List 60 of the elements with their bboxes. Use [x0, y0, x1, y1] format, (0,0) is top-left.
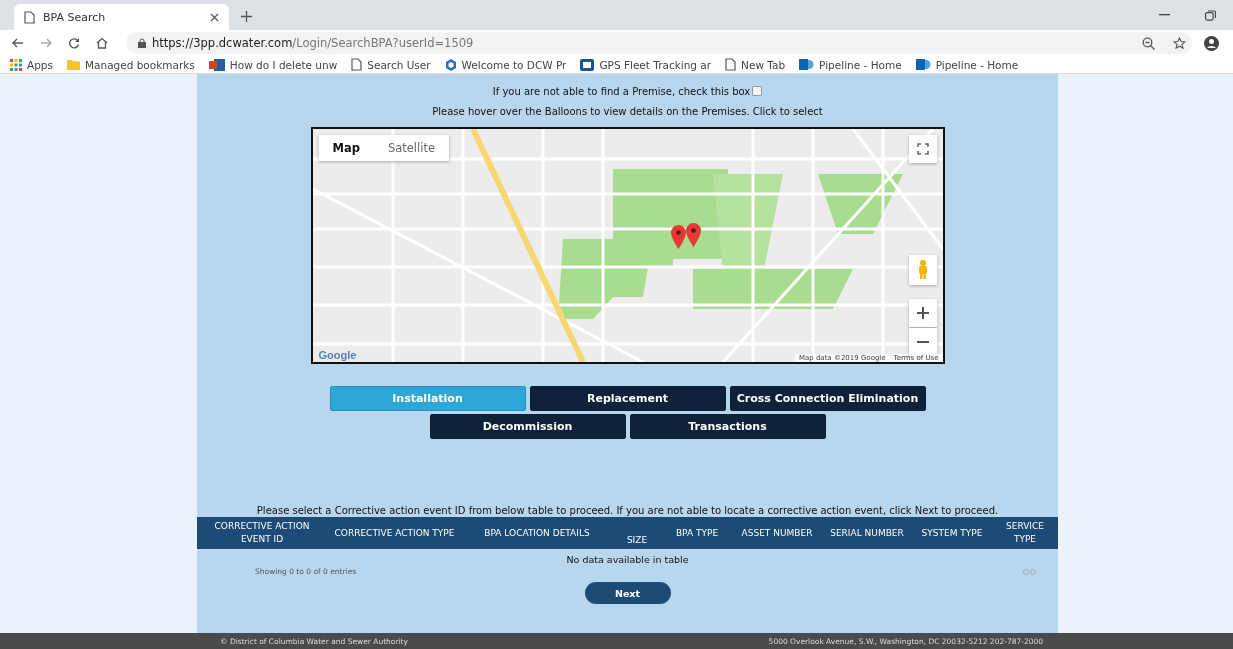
column-header[interactable]: ASSET NUMBER — [732, 517, 822, 549]
bookmark[interactable]: How do I delete unw — [208, 58, 338, 71]
zoom-in-icon — [916, 307, 929, 319]
bookmark[interactable]: New Tab — [725, 58, 786, 71]
next-button[interactable]: Next — [584, 582, 671, 604]
fullscreen-icon — [916, 143, 929, 155]
page-icon — [24, 10, 35, 24]
zoom-out-icon[interactable] — [1142, 36, 1155, 50]
bookmark[interactable]: GPS Fleet Tracking ar — [580, 58, 712, 71]
bookmark[interactable]: Apps — [10, 58, 53, 71]
column-header[interactable]: BPA TYPE — [662, 517, 732, 549]
map-hint: Please hover over the Balloons to view details on the Premises. Click to select — [432, 104, 823, 118]
mail-app-icon — [208, 58, 225, 71]
column-header[interactable]: BPA LOCATION DETAILS — [462, 517, 612, 549]
column-header[interactable]: SYSTEM TYPE — [912, 517, 992, 549]
account-icon[interactable] — [1204, 35, 1219, 51]
column-header[interactable]: CORRECTIVE ACTION TYPE — [327, 517, 462, 549]
premise-checkbox[interactable] — [752, 86, 763, 96]
page-icon — [725, 58, 737, 71]
bookmark[interactable]: Welcome to DCW Pr — [444, 58, 567, 71]
bookmark[interactable]: Pipeline - Home — [799, 58, 902, 71]
new-tab-icon[interactable] — [241, 11, 252, 22]
premise-notice: If you are not able to find a Premise, check this box — [492, 85, 751, 97]
column-header[interactable]: SIZE — [612, 517, 662, 549]
address-bar[interactable]: https://3pp.dcwater.com/Login/SearchBPA?userId=1509 — [126, 32, 1192, 54]
browser-tab[interactable]: BPA Search — [14, 4, 229, 30]
bookmark[interactable]: Search User — [351, 58, 431, 71]
action-tab[interactable]: Cross Connection Elimination — [729, 386, 926, 411]
folder-icon — [67, 59, 80, 70]
apps-grid-icon — [10, 58, 22, 71]
action-tab[interactable]: Replacement — [529, 386, 726, 411]
close-icon[interactable] — [210, 12, 219, 22]
star-icon[interactable] — [1173, 36, 1186, 50]
instructions: Please select a Corrective action event ID from below table to proceed. If you are not able to locate a corrective action event, click Next to proceed. — [256, 503, 999, 517]
tab-title: BPA Search — [43, 10, 107, 24]
action-tab[interactable]: Decommission — [429, 414, 626, 439]
column-header[interactable]: SERVICE TYPE — [992, 517, 1058, 549]
bookmark[interactable]: Pipeline - Home — [915, 58, 1019, 71]
map-logo: Google — [318, 349, 357, 361]
empty-table-message: No data available in table — [566, 554, 689, 567]
bookmark[interactable]: Managed bookmarks — [67, 58, 195, 71]
lock-icon — [138, 38, 146, 48]
column-header[interactable]: SERIAL NUMBER — [822, 517, 912, 549]
map-type-tab[interactable]: Satellite — [373, 135, 450, 161]
pegman-icon — [916, 260, 929, 280]
reload-icon[interactable] — [68, 37, 80, 49]
column-header[interactable]: CORRECTIVE ACTION EVENT ID — [197, 517, 327, 549]
fullscreen-button[interactable] — [908, 135, 937, 163]
home-icon[interactable] — [96, 37, 108, 49]
action-tab[interactable]: Transactions — [629, 414, 826, 439]
restore-icon[interactable] — [1204, 9, 1216, 21]
sharepoint-icon — [799, 58, 815, 71]
map-type-tab[interactable]: Map — [318, 135, 374, 161]
map-marker-icon[interactable] — [670, 225, 686, 249]
zoom-in-button[interactable] — [908, 299, 937, 327]
back-arrow-icon[interactable] — [12, 37, 24, 49]
minimize-icon[interactable] — [1158, 14, 1170, 16]
page-icon — [351, 58, 363, 71]
sharepoint-icon — [915, 58, 931, 71]
map-marker-icon[interactable] — [685, 223, 701, 247]
